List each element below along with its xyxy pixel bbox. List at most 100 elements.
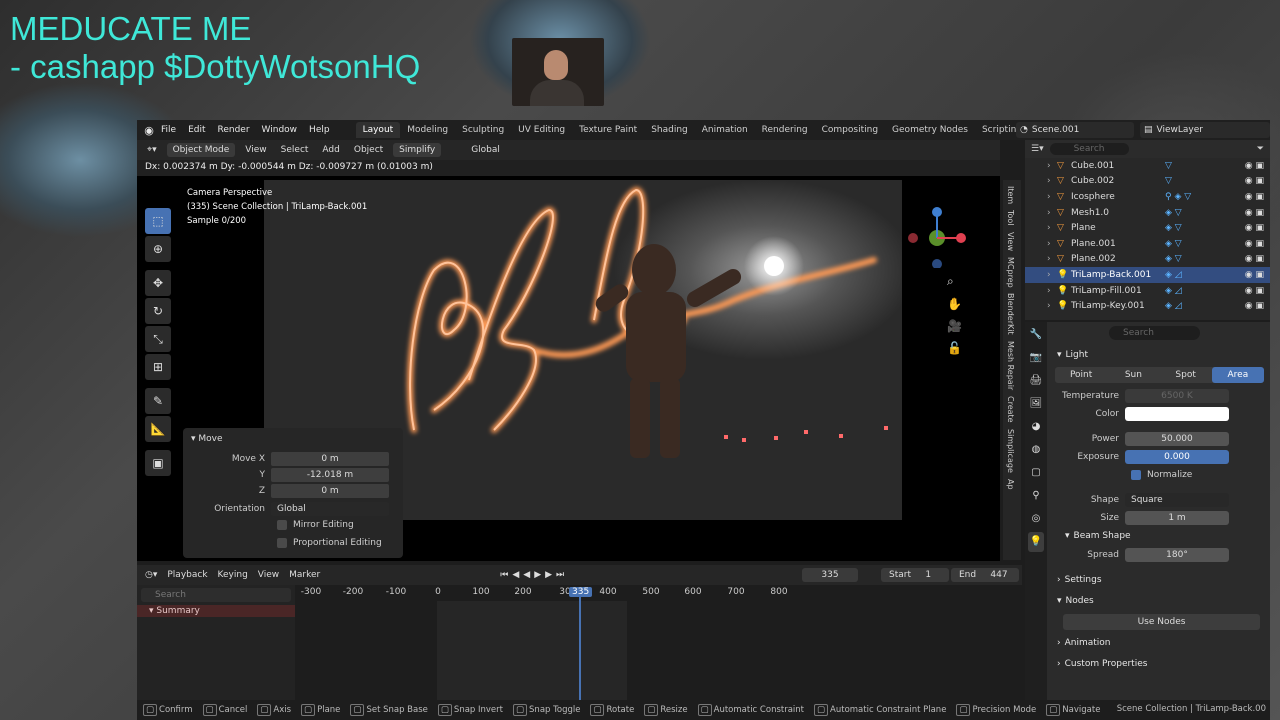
camera-view-icon[interactable]: 🎥 xyxy=(947,319,962,333)
annotate-tool-icon[interactable]: ✎ xyxy=(145,388,171,414)
start-frame-field[interactable]: Start 1 xyxy=(881,568,949,582)
object-props-icon[interactable]: ▢ xyxy=(1028,463,1044,483)
sidebar-tab-blenderkit[interactable]: BlenderKit xyxy=(1006,293,1015,335)
move-tool-icon[interactable]: ✥ xyxy=(145,270,171,296)
light-section[interactable]: ▾ Light xyxy=(1049,346,1270,364)
tab-rendering[interactable]: Rendering xyxy=(755,122,815,138)
menu-render[interactable]: Render xyxy=(218,125,250,135)
outliner-item[interactable]: › ▽ Plane ◈ ▽ ◉ ▣ xyxy=(1025,220,1270,236)
blender-logo-icon[interactable]: ◉ xyxy=(137,124,161,137)
scene-selector[interactable]: ◔ Scene.001 xyxy=(1016,122,1134,138)
constraint-props-icon[interactable]: ⚲ xyxy=(1028,486,1044,506)
orientation-dropdown[interactable]: Global xyxy=(467,145,504,155)
move-x-field[interactable]: 0 m xyxy=(271,452,389,466)
exposure-field[interactable]: 0.000 xyxy=(1125,449,1229,464)
outliner-filter-icon[interactable]: ☰▾ xyxy=(1031,144,1044,154)
frame-ruler[interactable]: -300 -200 -100 0 100 200 30 400 500 600 700 800 xyxy=(297,585,1022,601)
sidebar-tab-simplicage[interactable]: Simplicage xyxy=(1006,429,1015,473)
visibility-eye-icon[interactable]: ◉ ▣ xyxy=(1245,161,1264,171)
expand-arrow-icon[interactable]: › xyxy=(1047,239,1057,249)
sidebar-tab-ap[interactable]: Ap xyxy=(1006,479,1015,490)
physics-props-icon[interactable]: ◎ xyxy=(1028,509,1044,529)
proportional-checkbox[interactable] xyxy=(277,538,287,548)
animation-section[interactable]: › Animation xyxy=(1049,634,1270,652)
menu-window[interactable]: Window xyxy=(262,125,298,135)
use-nodes-button[interactable]: Use Nodes xyxy=(1063,614,1260,630)
visibility-eye-icon[interactable]: ◉ ▣ xyxy=(1245,208,1264,218)
simplify-button[interactable]: Simplify xyxy=(393,143,442,157)
zoom-icon[interactable]: ⌕ xyxy=(947,274,962,289)
sidebar-tab-item[interactable]: Item xyxy=(1006,186,1015,204)
tool-props-icon[interactable]: 🔧 xyxy=(1028,325,1044,345)
visibility-eye-icon[interactable]: ◉ ▣ xyxy=(1245,223,1264,233)
outliner-item[interactable]: › ▽ Plane.002 ◈ ▽ ◉ ▣ xyxy=(1025,252,1270,268)
outliner-item[interactable]: › ▽ Cube.001 ▽ ◉ ▣ xyxy=(1025,158,1270,174)
light-data-props-icon[interactable]: 💡 xyxy=(1028,532,1044,552)
beam-shape-section[interactable]: ▾ Beam Shape xyxy=(1049,527,1270,545)
outliner-item[interactable]: › 💡 TriLamp-Back.001 ◈ ◿ ◉ ▣ xyxy=(1025,267,1270,283)
mode-dropdown[interactable]: Object Mode xyxy=(166,143,236,157)
playhead[interactable] xyxy=(579,587,581,700)
add-cube-tool-icon[interactable]: ▣ xyxy=(145,450,171,476)
expand-arrow-icon[interactable]: › xyxy=(1047,208,1057,218)
spread-field[interactable]: 180° xyxy=(1125,547,1229,562)
sidebar-tab-view[interactable]: View xyxy=(1006,232,1015,251)
mirror-checkbox[interactable] xyxy=(277,520,287,530)
output-props-icon[interactable]: 🖨 xyxy=(1028,371,1044,391)
visibility-eye-icon[interactable]: ◉ ▣ xyxy=(1245,301,1264,311)
cursor-tool-icon[interactable]: ⊕ xyxy=(145,236,171,262)
move-z-field[interactable]: 0 m xyxy=(271,484,389,498)
funnel-icon[interactable]: ⏷ xyxy=(1257,144,1264,154)
editor-type-icon[interactable]: ⌖▾ xyxy=(143,145,161,155)
scale-tool-icon[interactable]: ⤡ xyxy=(145,326,171,352)
current-frame-field[interactable]: 335 xyxy=(802,568,858,582)
visibility-eye-icon[interactable]: ◉ ▣ xyxy=(1245,192,1264,202)
menu-edit[interactable]: Edit xyxy=(188,125,205,135)
expand-arrow-icon[interactable]: › xyxy=(1047,223,1057,233)
outliner-item[interactable]: › ▽ Icosphere ⚲ ◈ ▽ ◉ ▣ xyxy=(1025,189,1270,205)
expand-arrow-icon[interactable]: › xyxy=(1047,176,1057,186)
clock-icon[interactable]: ◷▾ xyxy=(145,570,157,580)
visibility-eye-icon[interactable]: ◉ ▣ xyxy=(1245,254,1264,264)
nodes-section[interactable]: ▾ Nodes xyxy=(1049,592,1270,610)
custom-props-section[interactable]: › Custom Properties xyxy=(1049,655,1270,673)
sidebar-tab-tool[interactable]: Tool xyxy=(1006,210,1015,226)
light-type-area[interactable]: Area xyxy=(1211,367,1264,383)
move-panel-header[interactable]: ▾ Move xyxy=(183,428,403,450)
color-swatch[interactable] xyxy=(1125,406,1229,421)
size-field[interactable]: 1 m xyxy=(1125,510,1229,525)
world-props-icon[interactable]: ◍ xyxy=(1028,440,1044,460)
expand-arrow-icon[interactable]: › xyxy=(1047,270,1057,280)
playhead-label[interactable]: 335 xyxy=(569,587,593,597)
tab-geometry-nodes[interactable]: Geometry Nodes xyxy=(885,122,975,138)
expand-arrow-icon[interactable]: › xyxy=(1047,301,1057,311)
move-operator-panel[interactable]: ▾ Move Move X 0 m Y -12.018 m Z 0 m Orienta… xyxy=(183,428,403,558)
tab-layout[interactable]: Layout xyxy=(355,122,401,138)
tab-animation[interactable]: Animation xyxy=(695,122,755,138)
expand-arrow-icon[interactable]: › xyxy=(1047,286,1057,296)
visibility-eye-icon[interactable]: ◉ ▣ xyxy=(1245,176,1264,186)
menu-help[interactable]: Help xyxy=(309,125,330,135)
pan-hand-icon[interactable]: ✋ xyxy=(947,297,962,311)
keying-menu[interactable]: Keying xyxy=(218,570,248,580)
power-field[interactable]: 50.000 xyxy=(1125,431,1229,446)
temperature-field[interactable]: 6500 K xyxy=(1125,388,1229,403)
tab-shading[interactable]: Shading xyxy=(644,122,695,138)
expand-arrow-icon[interactable]: › xyxy=(1047,161,1057,171)
shape-dropdown[interactable]: Square xyxy=(1125,492,1229,507)
timeline-view-menu[interactable]: View xyxy=(258,570,279,580)
playback-menu[interactable]: Playback xyxy=(167,570,207,580)
view-layer-props-icon[interactable]: 🖼 xyxy=(1028,394,1044,414)
lock-icon[interactable]: 🔓 xyxy=(947,341,962,355)
scene-props-icon[interactable]: ◕ xyxy=(1028,417,1044,437)
settings-section[interactable]: › Settings xyxy=(1049,571,1270,589)
orientation-field[interactable]: Global xyxy=(271,502,389,516)
light-type-spot[interactable]: Spot xyxy=(1160,367,1212,383)
playback-controls[interactable]: ⏮◀◀▶▶⏭ xyxy=(500,570,568,580)
visibility-eye-icon[interactable]: ◉ ▣ xyxy=(1245,239,1264,249)
select-box-tool-icon[interactable]: ⬚ xyxy=(145,208,171,234)
menu-file[interactable]: File xyxy=(161,125,176,135)
visibility-eye-icon[interactable]: ◉ ▣ xyxy=(1245,286,1264,296)
sidebar-tab-mesh-repair[interactable]: Mesh Repair xyxy=(1006,341,1015,390)
sidebar-tab-mcprep[interactable]: MCprep xyxy=(1006,257,1015,288)
